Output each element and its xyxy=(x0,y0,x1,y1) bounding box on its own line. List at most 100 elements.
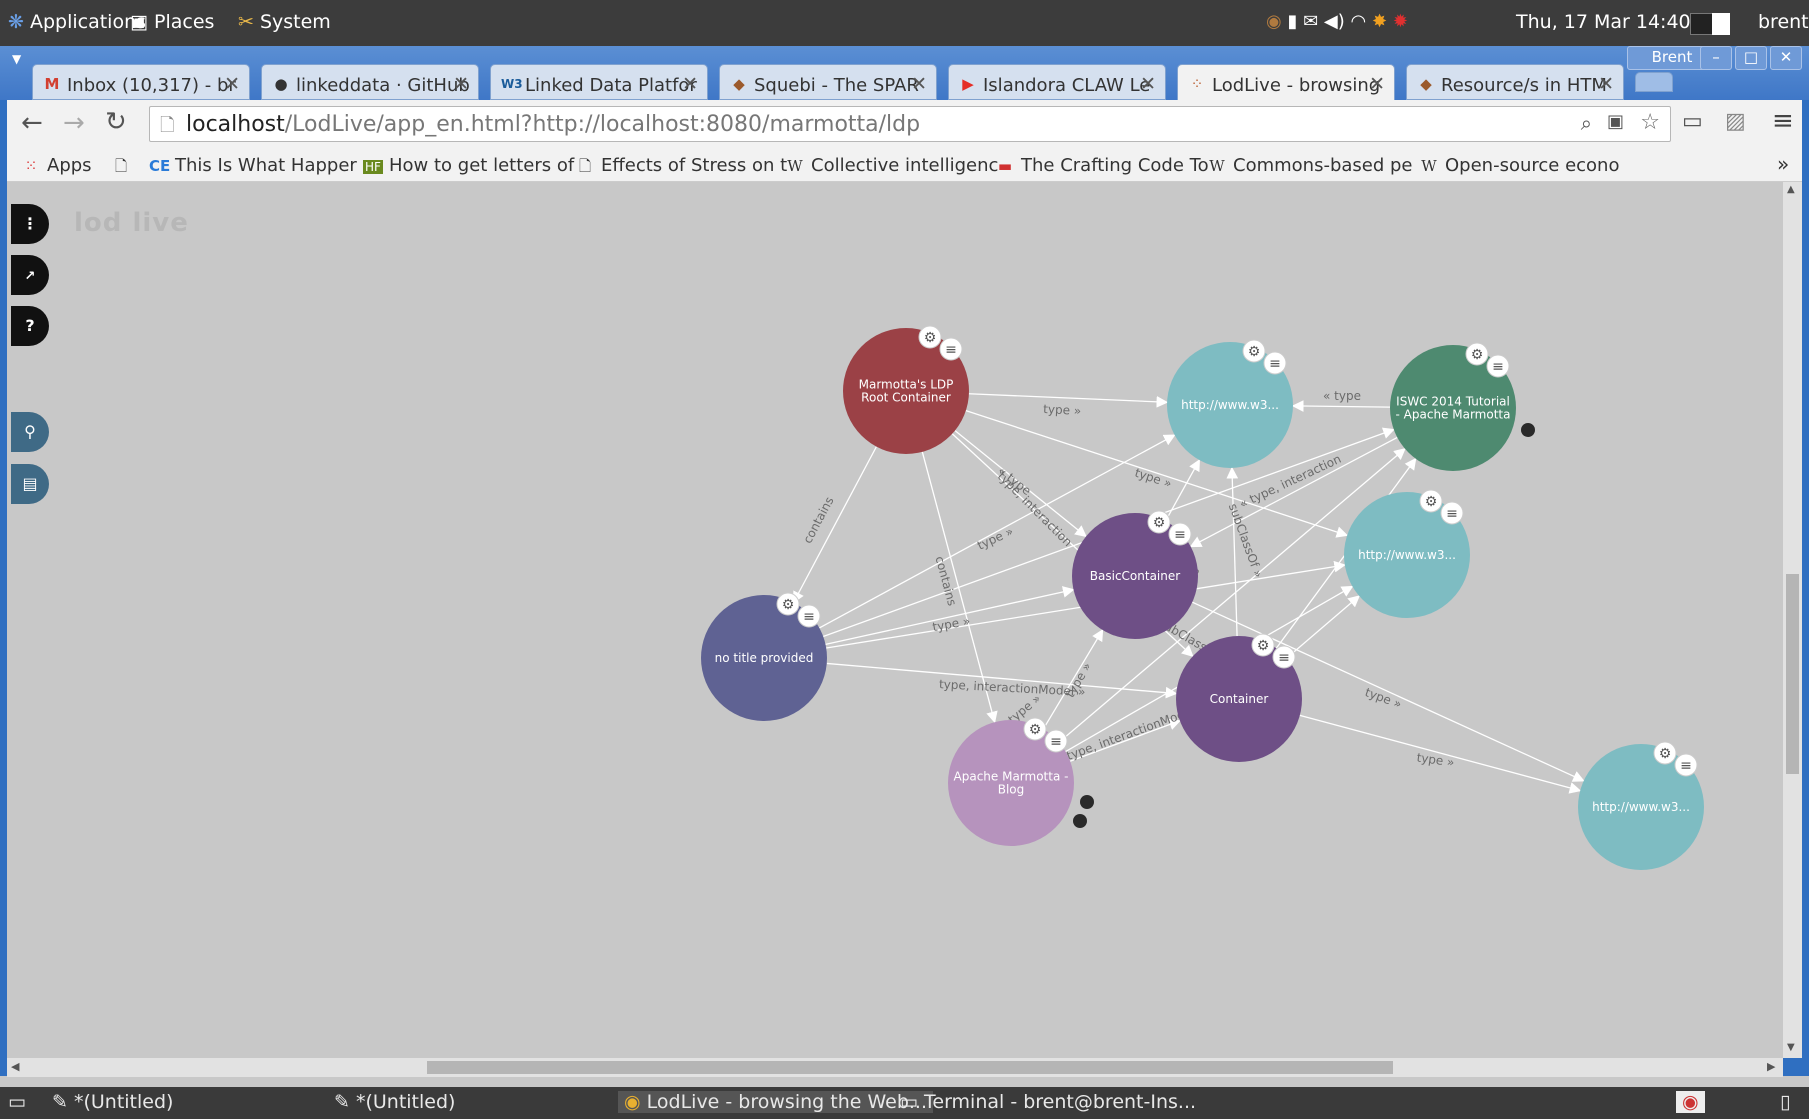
app-tray-icon[interactable]: ◉ xyxy=(1266,11,1282,32)
node-docs-icon-glyph: ≡ xyxy=(1446,506,1458,522)
tab-github[interactable]: ● linkeddata · GitHub ✕ xyxy=(261,64,479,100)
bookmark-star-icon[interactable]: ☆ xyxy=(1640,110,1660,135)
reload-button[interactable]: ↻ xyxy=(105,107,127,137)
bookmark-stress[interactable]: 🗋 Effects of Stress on t xyxy=(575,155,787,181)
scroll-down-icon[interactable]: ▼ xyxy=(1787,1042,1795,1053)
extension-icon[interactable]: ▨ xyxy=(1725,109,1746,134)
edge-label: type, interactionModel xyxy=(1065,704,1197,763)
zoom-icon[interactable]: ⌕ xyxy=(1581,111,1592,135)
bookmark-blank[interactable]: 🗋 xyxy=(111,155,137,181)
burst-icon[interactable]: ✸ xyxy=(1372,11,1387,32)
taskbar-item-untitled-1[interactable]: ✎ *(Untitled) xyxy=(52,1091,173,1113)
graph-node-root[interactable]: Marmotta's LDPRoot Container ⚙ ≡ xyxy=(843,325,969,454)
edge-label: contains xyxy=(800,494,836,545)
tab-resources[interactable]: ◆ Resource/s in HTM ✕ xyxy=(1406,64,1624,100)
bookmark-letters[interactable]: HF How to get letters of xyxy=(363,155,574,176)
taskbar-item-untitled-2[interactable]: ✎ *(Untitled) xyxy=(334,1091,455,1113)
taskbar-item-lodlive[interactable]: ◉ LodLive - browsing the Web... xyxy=(618,1091,934,1113)
graph-node-container[interactable]: Container ⚙ ≡ xyxy=(1176,633,1302,762)
maximize-button[interactable]: □ xyxy=(1735,46,1767,70)
scroll-left-icon[interactable]: ◀ xyxy=(11,1060,19,1073)
top-panel: ❋ Applications ▣ Places ✂ System ◉ ▮ ✉ ◀… xyxy=(0,0,1809,46)
graph-edge xyxy=(1226,466,1239,637)
horizontal-scroll-thumb[interactable] xyxy=(427,1061,1393,1074)
close-tab-icon[interactable]: ✕ xyxy=(1140,73,1156,95)
graph-node-basic[interactable]: BasicContainer ⚙ ≡ xyxy=(1072,510,1198,639)
edge-label: type » xyxy=(931,614,971,634)
bookmark-commons[interactable]: W Commons-based pe xyxy=(1207,155,1412,176)
clock[interactable]: Thu, 17 Mar 14:40 xyxy=(1516,11,1691,33)
alert-icon[interactable]: ✹ xyxy=(1393,11,1408,32)
battery-icon[interactable]: ▮ xyxy=(1287,11,1297,32)
graph-node-w3a[interactable]: http://www.w3... ⚙ ≡ xyxy=(1167,339,1293,468)
tab-lodlive[interactable]: ⁘ LodLive - browsing ✕ xyxy=(1177,64,1395,101)
more-bookmarks-icon[interactable]: » xyxy=(1777,152,1789,176)
node-docs-icon-glyph: ≡ xyxy=(945,342,957,358)
bookmark-open-source[interactable]: W Open-source econo xyxy=(1419,155,1619,176)
node-docs-icon-glyph: ≡ xyxy=(1269,356,1281,372)
minimize-button[interactable]: – xyxy=(1700,46,1732,70)
close-tab-icon[interactable]: ✕ xyxy=(1369,73,1385,95)
wikipedia-icon: W xyxy=(787,157,803,175)
mail-icon[interactable]: ✉ xyxy=(1303,11,1318,32)
node-label: ISWC 2014 Tutorial xyxy=(1396,395,1510,409)
bookmark-this-is-what[interactable]: CE This Is What Happer xyxy=(149,155,357,176)
chrome-tray-icon[interactable]: ◉ xyxy=(1676,1091,1705,1113)
bookmark-crafting[interactable]: ▬ The Crafting Code To xyxy=(995,155,1209,176)
bookmark-collective[interactable]: W Collective intelligenc xyxy=(785,155,998,176)
node-badge-icon[interactable] xyxy=(1080,795,1094,809)
places-menu[interactable]: ▣ Places xyxy=(130,11,214,33)
node-label: Root Container xyxy=(861,391,951,405)
taskbar-item-terminal[interactable]: ▭ Terminal - brent@brent-Ins... xyxy=(900,1091,1196,1113)
bottom-taskbar: ▭ ✎ *(Untitled) ✎ *(Untitled) ◉ LodLive … xyxy=(0,1087,1809,1119)
graph-node-w3c[interactable]: http://www.w3... ⚙ ≡ xyxy=(1578,741,1704,870)
node-docs-icon-glyph: ≡ xyxy=(1278,650,1290,666)
window-menu-icon[interactable]: ▼ xyxy=(12,52,21,66)
bookmarks-bar: ⁙ Apps 🗋 CE This Is What Happer HF How to g… xyxy=(7,148,1802,182)
close-tab-icon[interactable]: ✕ xyxy=(682,73,698,95)
user-name[interactable]: brent xyxy=(1758,11,1809,33)
node-label: Apache Marmotta - xyxy=(954,770,1069,784)
show-desktop-icon[interactable]: ▭ xyxy=(8,1091,26,1113)
graph-node-blog[interactable]: Apache Marmotta -Blog ⚙ ≡ xyxy=(948,717,1074,846)
wifi-icon[interactable]: ◠ xyxy=(1351,11,1367,32)
system-menu[interactable]: ✂ System xyxy=(238,11,331,33)
close-tab-icon[interactable]: ✕ xyxy=(224,73,240,95)
translate-icon[interactable]: ▣ xyxy=(1607,111,1624,132)
menu-icon[interactable]: ≡ xyxy=(1772,106,1794,136)
graph-node-notitle[interactable]: no title provided ⚙ ≡ xyxy=(701,592,827,721)
address-bar[interactable]: 🗋 localhost/LodLive/app_en.html?http://l… xyxy=(149,106,1671,142)
scroll-up-icon[interactable]: ▲ xyxy=(1787,184,1795,195)
tab-w3c-ldp[interactable]: W3 Linked Data Platfor ✕ xyxy=(490,64,708,100)
cast-icon[interactable]: ▭ xyxy=(1682,109,1703,134)
marmotta-icon: ◆ xyxy=(733,75,745,93)
scroll-right-icon[interactable]: ▶ xyxy=(1767,1060,1775,1073)
close-window-button[interactable]: ✕ xyxy=(1770,46,1802,70)
edge-label: contains xyxy=(933,555,960,608)
page-icon: 🗋 xyxy=(578,157,592,175)
horizontal-scrollbar[interactable]: ◀ ▶ xyxy=(7,1058,1783,1077)
bookmark-apps[interactable]: ⁙ Apps xyxy=(21,155,92,176)
tab-youtube[interactable]: ▶ Islandora CLAW Le ✕ xyxy=(948,64,1166,100)
node-tools-icon-glyph: ⚙ xyxy=(782,597,795,613)
vertical-scrollbar[interactable]: ▲ ▼ xyxy=(1783,182,1802,1058)
close-tab-icon[interactable]: ✕ xyxy=(1598,73,1614,95)
trash-icon[interactable]: ▯ xyxy=(1780,1091,1790,1113)
back-button[interactable]: ← xyxy=(21,108,43,138)
forward-button[interactable]: → xyxy=(63,108,85,138)
graph-node-iswc[interactable]: ISWC 2014 Tutorial- Apache Marmotta ⚙ ≡ xyxy=(1390,342,1516,471)
node-badge-icon[interactable] xyxy=(1521,423,1535,437)
tab-gmail[interactable]: M Inbox (10,317) - br ✕ xyxy=(32,64,250,100)
applications-menu[interactable]: ❋ Applications xyxy=(8,11,146,33)
edge-label: « type xyxy=(1323,389,1361,403)
close-tab-icon[interactable]: ✕ xyxy=(453,73,469,95)
graph-node-w3b[interactable]: http://www.w3... ⚙ ≡ xyxy=(1344,489,1470,618)
workspace-active[interactable] xyxy=(1712,13,1730,35)
new-tab-button[interactable] xyxy=(1635,72,1673,92)
vertical-scroll-thumb[interactable] xyxy=(1786,574,1799,774)
volume-icon[interactable]: ◀) xyxy=(1324,11,1345,32)
node-badge-icon[interactable] xyxy=(1073,814,1087,828)
close-tab-icon[interactable]: ✕ xyxy=(911,73,927,95)
node-label: Marmotta's LDP xyxy=(859,378,954,392)
tab-squebi[interactable]: ◆ Squebi - The SPAR ✕ xyxy=(719,64,937,100)
